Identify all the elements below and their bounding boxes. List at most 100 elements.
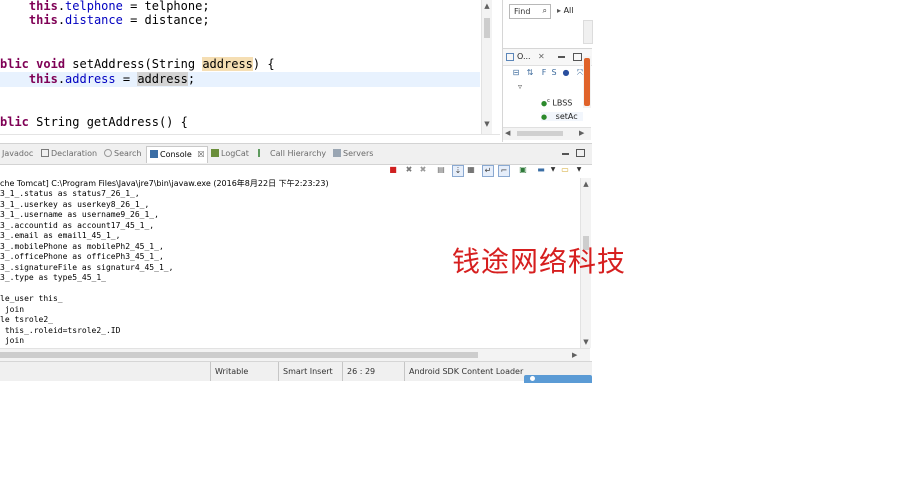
find-panel-scrollbar[interactable] — [583, 20, 593, 44]
scroll-lock-icon[interactable]: ⇣ — [452, 165, 464, 177]
scroll-left-arrow[interactable]: ◀ — [505, 129, 510, 138]
keyword-token: this — [28, 72, 58, 86]
keyword-token: blic — [0, 115, 29, 129]
outline-hscrollbar[interactable]: ◀ ▶ — [503, 127, 591, 140]
find-field[interactable]: Find ⌕ — [509, 4, 551, 19]
code-token: . — [57, 72, 66, 86]
views-tab-bar: Javadoc Declaration Search Console ☒ Log… — [0, 143, 592, 165]
outline-item[interactable]: ●c LBSS — [541, 98, 572, 108]
outline-scroll-thumb[interactable] — [584, 58, 590, 106]
hscroll-thumb[interactable] — [0, 352, 478, 358]
scroll-up-arrow[interactable]: ▲ — [581, 180, 591, 189]
outline-hscroll-thumb[interactable] — [517, 131, 563, 136]
display-console-icon[interactable]: ▣ — [518, 165, 528, 175]
keyword-token: this — [28, 0, 58, 13]
outline-icon — [506, 53, 514, 61]
highlighted-occurrence: addre — [137, 72, 174, 86]
code-token: = — [115, 72, 138, 86]
close-icon[interactable]: ✕ — [538, 52, 545, 61]
open-console-icon[interactable]: ▬ — [536, 165, 546, 175]
scroll-down-arrow[interactable]: ▼ — [482, 120, 492, 129]
logcat-icon — [211, 149, 219, 157]
scroll-down-arrow[interactable]: ▼ — [581, 338, 591, 347]
right-panel: Find ⌕ ▸ All O... ✕ ⊟ ⇅ F S ● ⤧ ▿ ●c LBS… — [502, 0, 593, 142]
minimize-button[interactable] — [562, 153, 569, 155]
show-on-output-icon[interactable]: ▦ — [466, 165, 476, 175]
tab-javadoc[interactable]: Javadoc — [2, 147, 33, 161]
progress-button[interactable] — [524, 375, 592, 383]
code-token: ) { — [252, 57, 275, 71]
outline-tab-label[interactable]: O... — [517, 52, 531, 61]
chevron-down-icon[interactable]: ▼ — [574, 165, 584, 175]
sort-icon[interactable]: ⇅ — [525, 68, 535, 78]
code-token: setAddress(String — [65, 57, 203, 71]
minimize-button[interactable] — [558, 56, 565, 58]
declaration-icon — [41, 149, 49, 157]
tab-search[interactable]: Search — [104, 147, 141, 161]
outline-header: O... ✕ — [503, 48, 592, 66]
code-line: this.distance = distance; — [0, 13, 480, 28]
status-task[interactable]: Android SDK Content Loader — [404, 362, 529, 381]
field-token: telphone — [65, 0, 123, 13]
console-line: 3_.email as email1_45_1_, — [0, 231, 121, 240]
status-insert-mode: Smart Insert — [278, 362, 339, 381]
view-menu-icon[interactable]: ▿ — [515, 82, 525, 92]
terminate-icon[interactable]: ■ — [388, 165, 398, 175]
code-line: blic String getAddress() { — [0, 115, 480, 130]
scroll-right-arrow[interactable]: ▶ — [572, 351, 577, 360]
scroll-right-arrow[interactable]: ▶ — [579, 129, 584, 138]
console-hscrollbar[interactable]: ▶ — [0, 348, 590, 361]
keyword-token: this — [28, 13, 58, 27]
tab-console[interactable]: Console ☒ — [146, 146, 209, 163]
console-line: 3_.officePhone as officePh3_45_1_, — [0, 252, 164, 261]
console-icon — [150, 150, 158, 158]
editor-scrollbar[interactable]: ▲ ▼ — [481, 0, 492, 134]
close-icon[interactable]: ☒ — [197, 150, 204, 159]
outline-scrollbar[interactable] — [583, 56, 591, 108]
tab-declaration[interactable]: Declaration — [41, 147, 97, 161]
remove-all-icon[interactable]: ✖ — [418, 165, 428, 175]
code-token: ; — [187, 72, 196, 86]
chevron-down-icon[interactable]: ▼ — [548, 165, 558, 175]
method-icon: ● — [541, 113, 548, 121]
remove-launch-icon[interactable]: ✖ — [404, 165, 414, 175]
code-token: . — [57, 0, 66, 13]
code-editor[interactable]: this.telphone = telphone; this.distance … — [0, 0, 492, 134]
console-line: 3_1_.userkey as userkey8_26_1_, — [0, 199, 150, 209]
hide-fields-icon[interactable]: F — [539, 68, 549, 78]
new-console-icon[interactable]: ▭ — [560, 165, 570, 175]
status-cursor-position: 26 : 29 — [342, 362, 397, 381]
status-bar: Writable Smart Insert 26 : 29 Android SD… — [0, 361, 592, 383]
outline-item[interactable]: ● setAc — [541, 112, 583, 121]
scroll-up-arrow[interactable]: ▲ — [482, 2, 492, 11]
servers-icon — [333, 149, 341, 157]
clear-console-icon[interactable]: ▤ — [436, 165, 446, 175]
maximize-button[interactable] — [573, 53, 582, 61]
console-line: join — [0, 336, 25, 345]
find-all-link[interactable]: ▸ All — [557, 6, 573, 15]
pin-console-icon[interactable]: ⌐ — [498, 165, 510, 177]
tab-logcat[interactable]: LogCat — [211, 147, 249, 161]
code-token: String getAddress() { — [28, 115, 188, 129]
word-wrap-icon[interactable]: ↵ — [482, 165, 494, 177]
hide-nonpublic-icon[interactable]: ● — [561, 68, 571, 78]
call-hierarchy-icon — [258, 149, 268, 157]
console-line: le_user this_ — [0, 294, 63, 303]
highlighted-occurrence: ss — [173, 72, 188, 86]
hide-static-icon[interactable]: S — [549, 68, 559, 78]
maximize-button[interactable] — [576, 149, 585, 157]
console-line: 3_.signatureFile as signatur4_45_1_, — [0, 262, 174, 272]
keyword-token: blic — [0, 57, 29, 71]
tab-call-hierarchy[interactable]: Call Hierarchy — [258, 147, 326, 161]
console-line: le tsrole2_ — [0, 315, 53, 324]
collapse-all-icon[interactable]: ⊟ — [511, 68, 521, 78]
code-token: = distance; — [122, 13, 210, 27]
console-line: join — [0, 304, 25, 314]
tab-servers[interactable]: Servers — [333, 147, 373, 161]
console-line: 3_.accountid as account17_45_1_, — [0, 220, 155, 230]
scroll-thumb[interactable] — [484, 18, 490, 38]
